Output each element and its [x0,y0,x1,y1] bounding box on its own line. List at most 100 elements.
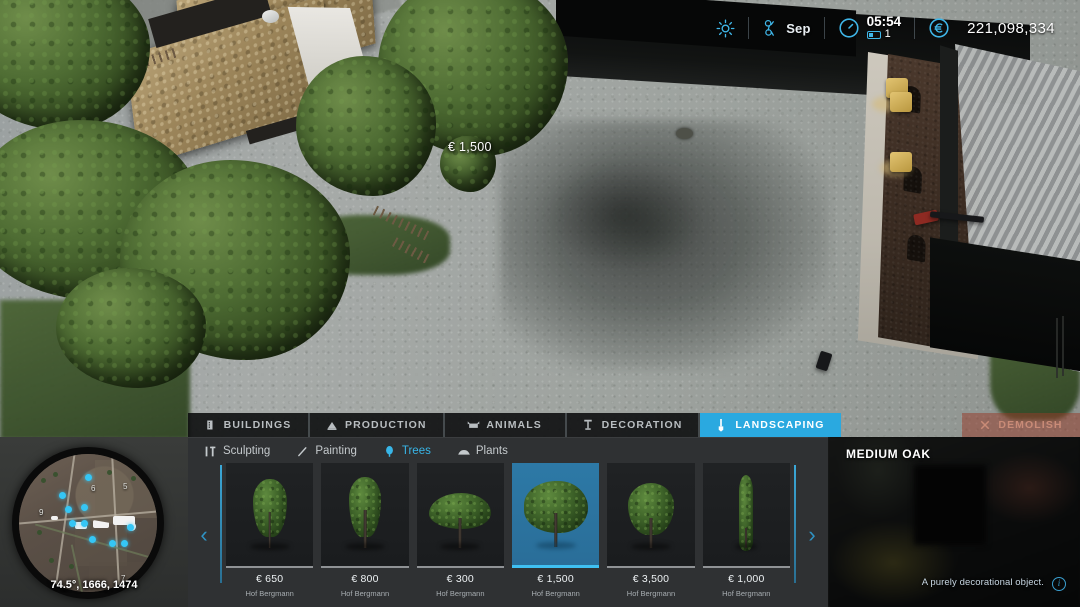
subtab-sculpting-label: Sculpting [223,445,270,457]
item-thumbnail [703,463,790,568]
building-icon [205,419,217,431]
item-thumbnail [417,463,504,568]
time-scale-icon [867,31,881,39]
wet-ground-patch [545,160,705,270]
tab-landscaping[interactable]: LANDSCAPING [700,413,840,437]
item-meta: € 1,000 Hof Bergmann [703,568,790,598]
tab-animals[interactable]: ANIMALS [445,413,567,437]
subtab-sculpting[interactable]: Sculpting [204,445,270,458]
item-thumbnail [321,463,408,568]
shovel-icon [716,419,728,431]
item-meta: € 1,500 Hof Bergmann [512,568,599,598]
minimap-terrain: 9 6 5 7 11 [19,454,157,592]
item-card[interactable]: € 800 Hof Bergmann [321,463,408,598]
tab-buildings-label: BUILDINGS [224,419,292,431]
item-carousel: ‹ € 650 Hof Bergmann [188,463,828,607]
item-price: € 3,500 [607,573,694,585]
item-meta: € 300 Hof Bergmann [417,568,504,598]
game-screen: € 1,500 Sep [0,0,1080,607]
tab-production[interactable]: PRODUCTION [310,413,445,437]
bush-icon [457,445,470,458]
construction-panel: 9 6 5 7 11 74.5°, 1666, 1474 Sculpting [0,437,1080,607]
item-shop: Hof Bergmann [417,589,504,598]
item-price: € 1,000 [703,573,790,585]
euro-icon [928,17,950,39]
season-indicator[interactable]: Sep [749,19,823,38]
item-detail-panel: MEDIUM OAK A purely decorational object.… [828,437,1080,607]
time-indicator[interactable]: 05:54 1 [825,15,915,41]
manhole-cover [676,128,693,139]
item-shop: Hof Bergmann [703,589,790,598]
item-card[interactable]: € 650 Hof Bergmann [226,463,313,598]
item-detail-description: A purely decorational object. [922,577,1044,588]
time-scale[interactable]: 1 [867,29,902,41]
minimap-circle[interactable]: 9 6 5 7 11 [12,447,164,599]
tab-decoration[interactable]: DECORATION [567,413,701,437]
tab-animals-label: ANIMALS [486,419,542,431]
minimap-coordinates: 74.5°, 1666, 1474 [0,579,188,591]
item-card-selected[interactable]: € 1,500 Hof Bergmann [512,463,599,598]
tab-landscaping-label: LANDSCAPING [735,419,824,431]
item-card-list: € 650 Hof Bergmann € 800 Hof B [222,463,794,598]
top-hud: Sep 05:54 1 221,098,334 [697,0,1080,56]
hay-bale [890,92,912,112]
factory-icon [326,419,338,431]
clock-icon [838,17,860,39]
sun-icon [716,19,735,38]
subtab-painting-label: Painting [315,445,357,457]
hay-bale [890,152,912,172]
money-value: 221,098,334 [957,20,1055,37]
tab-buildings[interactable]: BUILDINGS [188,413,310,437]
item-price: € 1,500 [512,573,599,585]
item-thumbnail [512,463,599,568]
item-meta: € 650 Hof Bergmann [226,568,313,598]
item-thumbnail [607,463,694,568]
tab-production-label: PRODUCTION [345,419,427,431]
tree-icon [383,445,396,458]
game-viewport[interactable]: € 1,500 [0,0,1080,437]
carousel-prev-button[interactable]: ‹ [188,463,220,607]
item-card[interactable]: € 300 Hof Bergmann [417,463,504,598]
time-scale-value: 1 [885,29,891,41]
weather-indicator[interactable] [703,19,748,38]
item-card[interactable]: € 3,500 Hof Bergmann [607,463,694,598]
money-indicator[interactable]: 221,098,334 [915,17,1068,39]
item-price: € 800 [321,573,408,585]
satellite-dish [262,10,279,23]
item-shop: Hof Bergmann [607,589,694,598]
season-sprout-icon [762,19,779,38]
subtab-painting[interactable]: Painting [296,445,357,458]
item-meta: € 800 Hof Bergmann [321,568,408,598]
subtab-plants-label: Plants [476,445,508,457]
tab-decoration-label: DECORATION [602,419,683,431]
minimap[interactable]: 9 6 5 7 11 74.5°, 1666, 1474 [0,437,188,607]
tab-demolish[interactable]: DEMOLISH [962,413,1080,437]
tab-demolish-label: DEMOLISH [998,419,1062,431]
subtab-trees-label: Trees [402,445,431,457]
landscaping-subtabs: Sculpting Painting Trees Plants [188,439,508,463]
demolish-icon [979,419,991,431]
item-price: € 650 [226,573,313,585]
info-icon[interactable]: i [1052,577,1066,591]
item-meta: € 3,500 Hof Bergmann [607,568,694,598]
item-detail-title: MEDIUM OAK [846,447,931,461]
lamp-icon [583,419,595,431]
sculpt-icon [204,445,217,458]
cow-icon [467,419,479,431]
item-card[interactable]: € 1,000 Hof Bergmann [703,463,790,598]
minimap-field-number: 11 [81,594,89,599]
minimap-field-number: 9 [39,508,43,517]
item-shop: Hof Bergmann [226,589,313,598]
utility-pole [1056,318,1058,378]
subtab-plants[interactable]: Plants [457,445,508,458]
carousel-next-button[interactable]: › [796,463,828,607]
utility-pole [1062,316,1064,376]
tabbar-spacer [0,413,188,437]
subtab-trees[interactable]: Trees [383,445,431,458]
season-month-label: Sep [786,21,810,36]
item-shop: Hof Bergmann [512,589,599,598]
item-shop: Hof Bergmann [321,589,408,598]
item-detail-preview-shadow [914,465,986,545]
minimap-field-number: 5 [123,482,127,491]
construction-category-bar: BUILDINGS PRODUCTION ANIMALS DECORATION [0,413,1080,437]
